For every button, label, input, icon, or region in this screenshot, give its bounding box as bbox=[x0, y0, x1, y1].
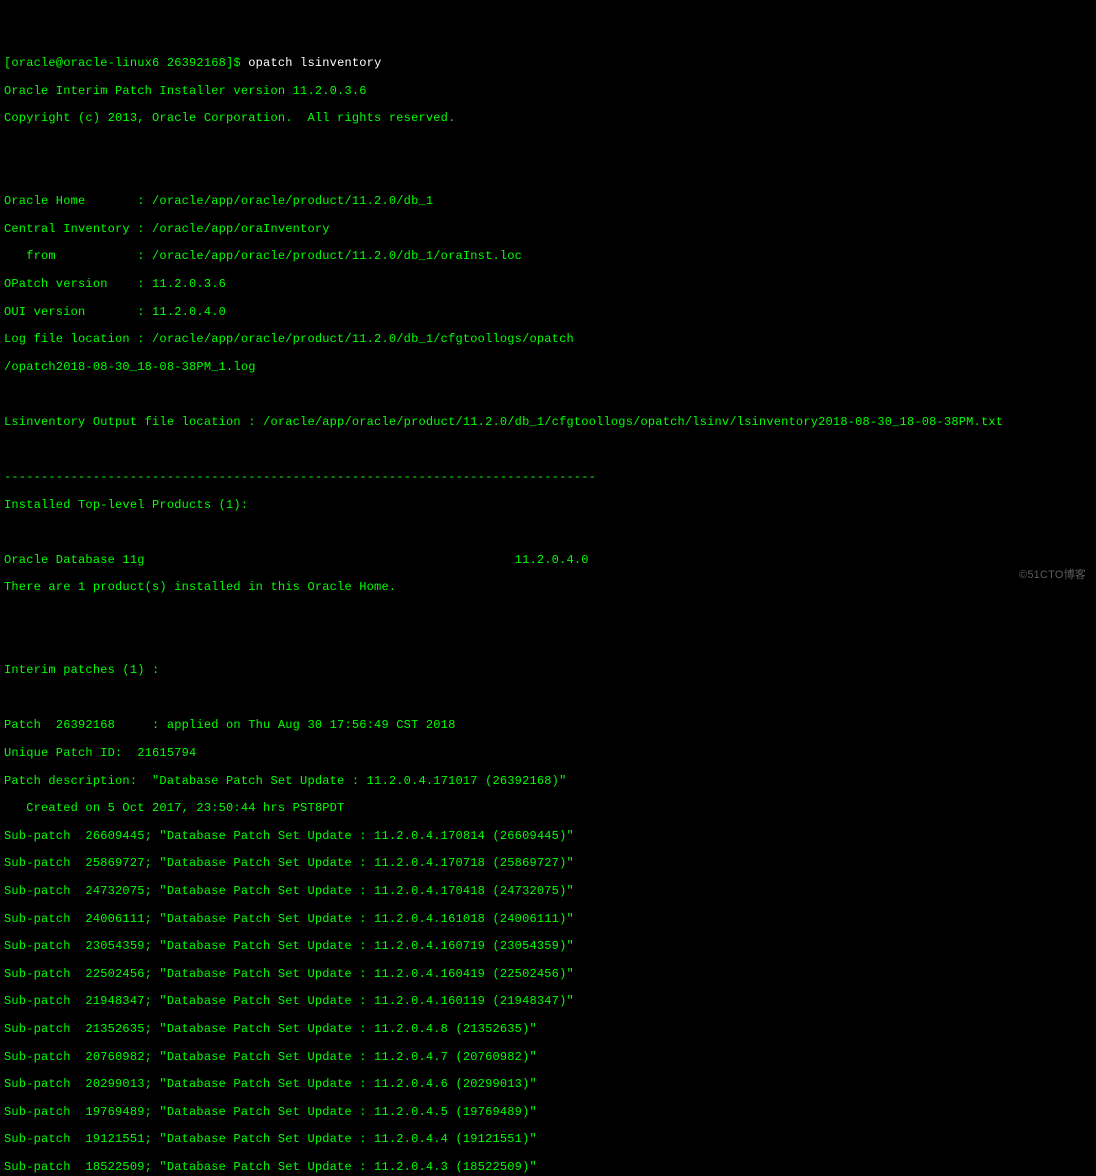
divider: ----------------------------------------… bbox=[4, 471, 1092, 485]
lsinv-output: Lsinventory Output file location : /orac… bbox=[4, 416, 1092, 430]
log-file: /opatch2018-08-30_18-08-38PM_1.log bbox=[4, 361, 1092, 375]
copyright: Copyright (c) 2013, Oracle Corporation. … bbox=[4, 112, 1092, 126]
central-inventory: Central Inventory : /oracle/app/oraInven… bbox=[4, 223, 1092, 237]
blank bbox=[4, 168, 1092, 182]
subpatch-line: Sub-patch 19121551; "Database Patch Set … bbox=[4, 1133, 1092, 1147]
patch-applied: Patch 26392168 : applied on Thu Aug 30 1… bbox=[4, 719, 1092, 733]
subpatch-line: Sub-patch 24732075; "Database Patch Set … bbox=[4, 885, 1092, 899]
subpatch-line: Sub-patch 22502456; "Database Patch Set … bbox=[4, 968, 1092, 982]
subpatch-line: Sub-patch 19769489; "Database Patch Set … bbox=[4, 1106, 1092, 1120]
subpatch-line: Sub-patch 23054359; "Database Patch Set … bbox=[4, 940, 1092, 954]
blank bbox=[4, 692, 1092, 706]
prompt-line[interactable]: [oracle@oracle-linux6 26392168]$ opatch … bbox=[4, 57, 1092, 71]
subpatch-line: Sub-patch 25869727; "Database Patch Set … bbox=[4, 857, 1092, 871]
subpatch-line: Sub-patch 20760982; "Database Patch Set … bbox=[4, 1051, 1092, 1065]
subpatch-line: Sub-patch 24006111; "Database Patch Set … bbox=[4, 913, 1092, 927]
blank bbox=[4, 637, 1092, 651]
created-on: Created on 5 Oct 2017, 23:50:44 hrs PST8… bbox=[4, 802, 1092, 816]
subpatch-line: Sub-patch 21948347; "Database Patch Set … bbox=[4, 995, 1092, 1009]
patch-desc: Patch description: "Database Patch Set U… bbox=[4, 775, 1092, 789]
installed-header: Installed Top-level Products (1): bbox=[4, 499, 1092, 513]
oui-version: OUI version : 11.2.0.4.0 bbox=[4, 306, 1092, 320]
product-count: There are 1 product(s) installed in this… bbox=[4, 581, 1092, 595]
blank bbox=[4, 140, 1092, 154]
blank bbox=[4, 526, 1092, 540]
subpatch-line: Sub-patch 20299013; "Database Patch Set … bbox=[4, 1078, 1092, 1092]
interim-header: Interim patches (1) : bbox=[4, 664, 1092, 678]
blank bbox=[4, 444, 1092, 458]
unique-patch: Unique Patch ID: 21615794 bbox=[4, 747, 1092, 761]
shell-prompt: [oracle@oracle-linux6 26392168]$ bbox=[4, 56, 248, 70]
subpatch-line: Sub-patch 21352635; "Database Patch Set … bbox=[4, 1023, 1092, 1037]
product-line: Oracle Database 11g 11.2.0.4.0 bbox=[4, 554, 1092, 568]
command-text: opatch lsinventory bbox=[248, 56, 381, 70]
watermark: ©51CTO博客 bbox=[1019, 569, 1086, 582]
opatch-version: OPatch version : 11.2.0.3.6 bbox=[4, 278, 1092, 292]
installer-version: Oracle Interim Patch Installer version 1… bbox=[4, 85, 1092, 99]
log-location: Log file location : /oracle/app/oracle/p… bbox=[4, 333, 1092, 347]
blank bbox=[4, 388, 1092, 402]
blank bbox=[4, 609, 1092, 623]
subpatch-line: Sub-patch 18522509; "Database Patch Set … bbox=[4, 1161, 1092, 1175]
from-line: from : /oracle/app/oracle/product/11.2.0… bbox=[4, 250, 1092, 264]
oracle-home: Oracle Home : /oracle/app/oracle/product… bbox=[4, 195, 1092, 209]
subpatch-line: Sub-patch 26609445; "Database Patch Set … bbox=[4, 830, 1092, 844]
